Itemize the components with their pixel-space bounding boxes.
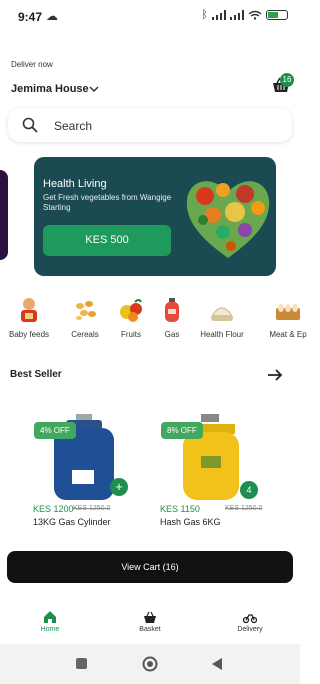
delivery-address[interactable]: Jemima House (11, 83, 89, 95)
basket-count-badge: 16 (280, 73, 294, 87)
previous-promo-card[interactable] (0, 170, 8, 260)
promo-price-button[interactable]: KES 500 (43, 225, 171, 256)
nav-label: Delivery (237, 626, 263, 633)
best-seller-title: Best Seller (10, 369, 62, 380)
nav-delivery[interactable]: Delivery (220, 610, 280, 633)
system-navigation-bar (0, 644, 300, 684)
promo-subtitle: Get Fresh vegetables from Wangige Starti… (43, 193, 172, 212)
category-meat-eggs[interactable]: Meat & Ep (257, 296, 319, 339)
product-old-price: KES 1250.0 (73, 505, 111, 512)
battery-icon (266, 10, 288, 20)
product-price: KES 1200 (33, 504, 74, 514)
flour-icon (211, 307, 233, 321)
category-label: Meat & Ep (269, 330, 307, 339)
product-old-price: KES 1250.0 (225, 505, 263, 512)
discount-badge: 8% OFF (161, 422, 203, 439)
nav-basket[interactable]: Basket (120, 610, 180, 633)
wifi-icon (248, 10, 262, 20)
status-time: 9:47 (18, 10, 43, 24)
back-icon[interactable] (211, 657, 223, 671)
search-input[interactable] (52, 114, 276, 138)
signal-icon (212, 10, 226, 20)
basket-icon (144, 611, 156, 623)
view-cart-button[interactable]: View Cart (16) (7, 551, 293, 583)
quantity-badge[interactable]: 4 (240, 481, 258, 499)
discount-badge: 4% OFF (34, 422, 76, 439)
product-name: 13KG Gas Cylinder (33, 517, 111, 527)
nav-label: Home (40, 626, 60, 633)
vegetable-heart-image (186, 181, 270, 258)
chevron-down-icon[interactable] (87, 82, 101, 96)
nav-label: Basket (139, 626, 161, 633)
search-icon (22, 117, 38, 133)
promo-title: Health Living (43, 178, 107, 190)
product-card[interactable]: 8% OFF 4 KES 1150 KES 1250.0 Hash Gas 6K… (157, 408, 263, 534)
category-label: Health Flour (200, 330, 244, 339)
product-name: Hash Gas 6KG (160, 517, 221, 527)
category-baby-feeds[interactable]: Baby feeds (0, 296, 60, 339)
status-icons: ᛒ (201, 9, 288, 21)
arrow-right-icon[interactable] (266, 366, 284, 384)
gas-cylinder-icon (165, 298, 179, 322)
product-card[interactable]: 4% OFF + KES 1200 KES 1250.0 13KG Gas Cy… (30, 408, 136, 534)
nav-home[interactable]: Home (20, 610, 80, 633)
baby-icon (21, 298, 37, 322)
eggs-icon (276, 304, 300, 320)
cereals-icon (76, 301, 96, 320)
deliver-label: Deliver now (11, 60, 53, 69)
motorbike-icon (243, 614, 257, 624)
bluetooth-icon: ᛒ (201, 9, 208, 21)
cloud-icon: ☁ (46, 9, 58, 23)
recents-icon[interactable] (76, 658, 87, 669)
home-circle-icon[interactable] (142, 656, 158, 672)
category-health-flour[interactable]: Health Flour (191, 296, 253, 339)
add-to-cart-button[interactable]: + (110, 478, 128, 496)
status-bar: 9:47 ☁ ᛒ (0, 0, 300, 34)
product-price: KES 1150 (160, 504, 200, 514)
signal-icon-2 (230, 10, 244, 20)
category-label: Baby feeds (8, 330, 50, 339)
home-icon (44, 611, 56, 623)
